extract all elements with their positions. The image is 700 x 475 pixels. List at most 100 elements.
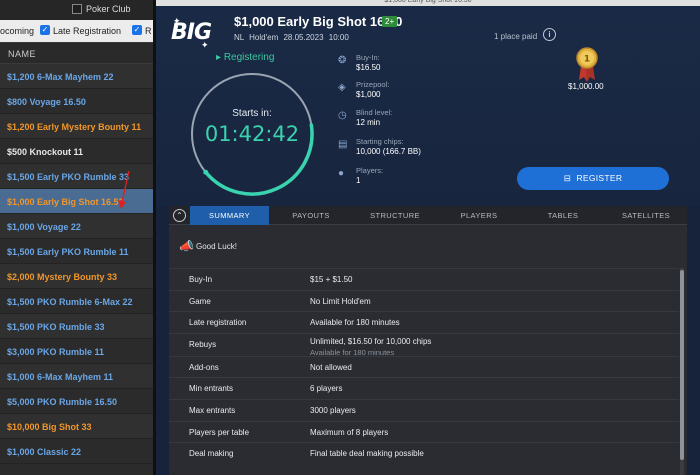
tournament-row[interactable]: $800 Voyage 16.50	[0, 89, 153, 114]
tournament-window: $1,000 Early Big Shot 16.50 BIG ✦ ✦ $1,0…	[156, 0, 700, 475]
summary-key: Rebuys	[189, 339, 217, 349]
tab-satellites[interactable]: SATELLITES	[605, 206, 687, 225]
tournament-row[interactable]: $1,000 6-Max Mayhem 11	[0, 364, 153, 389]
summary-key: Game	[189, 296, 211, 306]
player-icon: ●	[338, 168, 345, 179]
stat-chips-label: Starting chips:	[356, 137, 404, 146]
summary-value: 6 players	[310, 384, 343, 394]
tournament-time: 10:00	[328, 33, 349, 42]
tab-tables[interactable]: TABLES	[521, 206, 605, 225]
tab-players[interactable]: PLAYERS	[437, 206, 521, 225]
stat-blind-label: Blind level:	[356, 108, 393, 117]
summary-row: Late registration Available for 180 minut…	[169, 311, 679, 333]
filter-cut-label[interactable]: R	[145, 26, 152, 36]
summary-row: Rebuys Unlimited, $16.50 for 10,000 chips…	[169, 332, 679, 357]
prizepool-icon: ◈	[338, 82, 346, 93]
summary-row: Players per table Maximum of 8 players	[169, 420, 679, 443]
message-banner: 📣 Good Luck!	[169, 226, 687, 266]
star-icon: ✦	[173, 16, 181, 26]
first-prize: $1,000.00	[568, 82, 604, 91]
stat-players-label: Players:	[356, 166, 384, 175]
details-panel: ⌃ SUMMARY PAYOUTS STRUCTURE PLAYERS TABL…	[169, 206, 687, 475]
tournament-row[interactable]: $1,000 Classic 22	[0, 439, 153, 464]
big-logo: BIG ✦ ✦	[171, 14, 212, 50]
summary-key: Buy-In	[189, 275, 213, 284]
late-registration-checkbox[interactable]: ✓	[40, 25, 50, 35]
summary-row: Min entrants 6 players	[169, 377, 679, 399]
summary-row: Deal making Final table deal making possi…	[169, 442, 679, 464]
stat-players-value: 1	[356, 176, 361, 185]
tournament-row[interactable]: $2,000 Mystery Bounty 33	[0, 264, 153, 289]
column-header-name[interactable]: NAME	[0, 42, 153, 64]
tournament-row[interactable]: $1,200 6-Max Mayhem 22	[0, 64, 153, 89]
medal-number: 1	[584, 55, 590, 65]
lobby-top-bar: Poker Club	[0, 0, 153, 20]
tournament-row[interactable]: $1,200 Early Mystery Bounty 11	[0, 114, 153, 139]
chip-icon: ❂	[338, 55, 347, 66]
tab-summary[interactable]: SUMMARY	[190, 206, 269, 225]
registration-status-text: Registering	[223, 52, 275, 63]
clock-icon: ◷	[338, 110, 347, 121]
tournament-header: BIG ✦ ✦ $1,000 Early Big Shot 16.50 2+ N…	[156, 6, 700, 206]
lobby-filters: ocoming ✓ Late Registration ✓ R	[0, 20, 153, 42]
collapse-chevron-icon[interactable]: ⌃	[173, 209, 186, 222]
places-paid: 1 place paid	[494, 32, 538, 41]
register-button[interactable]: ⊟ REGISTER	[517, 167, 669, 190]
stat-chips-value: 10,000 (166.7 BB)	[356, 147, 421, 156]
registration-status: ▸ Registering	[216, 52, 275, 63]
tournament-row[interactable]: $3,000 PKO Rumble 11	[0, 339, 153, 364]
summary-value: No Limit Hold'em	[310, 296, 371, 306]
summary-key: Players per table	[189, 427, 250, 437]
tournament-row[interactable]: $10,000 Big Shot 33	[0, 414, 153, 439]
stat-prizepool-label: Prizepool:	[356, 80, 390, 89]
summary-row: Buy-In $15 + $1.50	[169, 268, 679, 290]
summary-key: Late registration	[189, 318, 247, 328]
filter-checkbox-cut[interactable]: ✓	[132, 25, 142, 35]
filter-late-registration-label[interactable]: Late Registration	[53, 26, 121, 36]
stat-blind-value: 12 min	[356, 118, 381, 127]
summary-key: Max entrants	[189, 405, 236, 415]
summary-value: $15 + $1.50	[310, 275, 353, 284]
summary-key: Min entrants	[189, 384, 234, 394]
tournament-row[interactable]: $1,500 PKO Rumble 33	[0, 314, 153, 339]
summary-row: Game No Limit Hold'em	[169, 289, 679, 312]
summary-table: Buy-In $15 + $1.50 Game No Limit Hold'em Lat…	[169, 268, 679, 464]
megaphone-icon: 📣	[179, 239, 194, 253]
filter-upcoming-label[interactable]: ocoming	[0, 26, 34, 36]
stat-prizepool-value: $1,000	[356, 90, 381, 99]
ticket-icon: ⊟	[563, 173, 572, 183]
details-tabs: ⌃ SUMMARY PAYOUTS STRUCTURE PLAYERS TABL…	[169, 206, 687, 225]
tournament-row[interactable]: $5,000 PKO Rumble 16.50	[0, 389, 153, 414]
summary-value: Available for 180 minutes	[310, 318, 400, 328]
message-text: Good Luck!	[196, 242, 237, 251]
countdown-timer: 01:42:42	[204, 122, 300, 146]
poker-club-checkbox[interactable]	[72, 4, 82, 14]
tab-structure[interactable]: STRUCTURE	[353, 206, 437, 225]
tournament-row[interactable]: $1,500 PKO Rumble 6-Max 22	[0, 289, 153, 314]
summary-row: Add-ons Not allowed	[169, 355, 679, 378]
tournament-lobby-list: Poker Club ocoming ✓ Late Registration ✓…	[0, 0, 153, 475]
tournament-row[interactable]: $1,500 Early PKO Rumble 11	[0, 239, 153, 264]
countdown-ring-dot	[203, 169, 209, 175]
game-type: NL Hold'em	[234, 33, 279, 42]
tab-payouts[interactable]: PAYOUTS	[269, 206, 353, 225]
scrollbar-thumb[interactable]	[680, 270, 684, 460]
stat-buyin-label: Buy-In:	[356, 53, 380, 62]
tournament-badge: 2+	[382, 16, 398, 27]
register-button-label: REGISTER	[576, 173, 623, 183]
summary-value: Maximum of 8 players	[310, 427, 389, 437]
tournament-row[interactable]: $1,000 Voyage 22	[0, 214, 153, 239]
chip-stack-icon: ▤	[338, 139, 348, 150]
starts-in-label: Starts in:	[232, 108, 272, 119]
tournament-row[interactable]: $500 Knockout 11	[0, 139, 153, 164]
summary-scrollbar[interactable]	[680, 268, 684, 475]
summary-value: Final table deal making possible	[310, 449, 424, 459]
summary-row: Max entrants 3000 players	[169, 398, 679, 421]
star-icon: ✦	[201, 40, 209, 50]
tournament-rows: $1,200 6-Max Mayhem 22 $800 Voyage 16.50 $…	[0, 64, 153, 464]
stat-buyin-value: $16.50	[356, 63, 381, 72]
summary-key: Deal making	[189, 449, 234, 459]
summary-value: Unlimited, $16.50 for 10,000 chips	[310, 336, 432, 346]
info-icon[interactable]: i	[543, 28, 556, 41]
poker-club-label: Poker Club	[86, 4, 131, 14]
